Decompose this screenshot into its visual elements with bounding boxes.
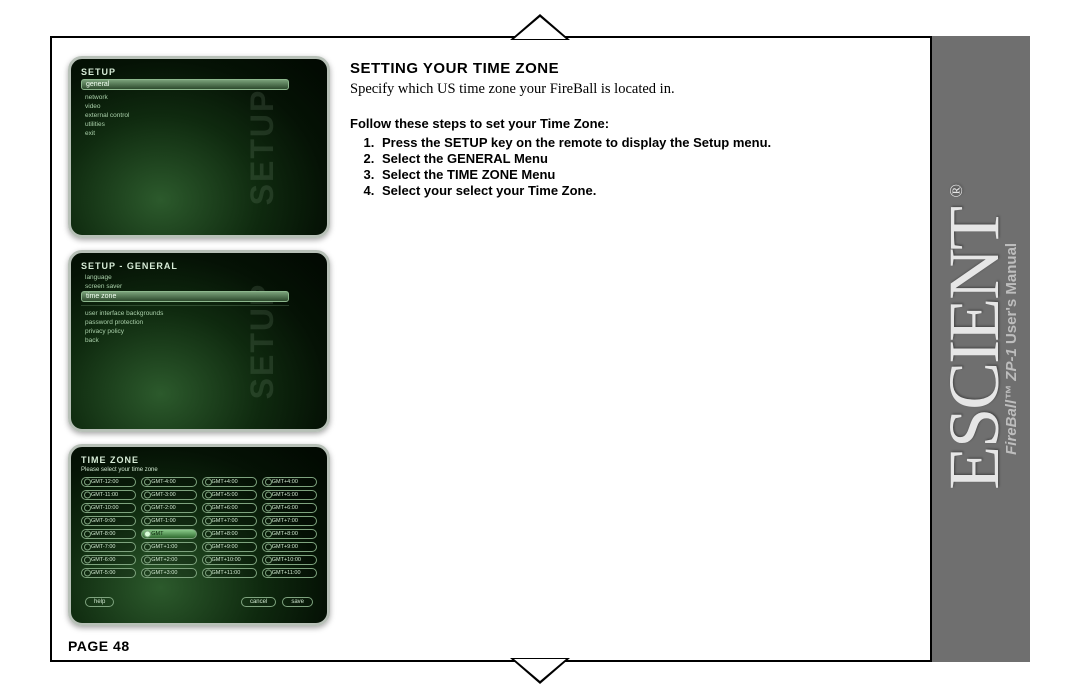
instruction-step: Select the TIME ZONE Menu [378,167,910,182]
instruction-step: Press the SETUP key on the remote to dis… [378,135,910,150]
instruction-step: Select your select your Time Zone. [378,183,910,198]
timezone-option: GMT-7:00 [81,542,136,552]
cancel-button: cancel [241,597,276,607]
timezone-option: GMT-6:00 [81,555,136,565]
timezone-option: GMT+4:00 [202,477,257,487]
timezone-option: GMT-11:00 [81,490,136,500]
screen1-menu-item: network [85,93,289,102]
instruction-step: Select the GENERAL Menu [378,151,910,166]
screen1-menu-item: utilities [85,120,289,129]
brand-sidebar: ESCIENT® FireBall™ ZP-1 User's Manual [930,36,1030,662]
timezone-option: GMT-12:00 [81,477,136,487]
timezone-option: GMT+11:00 [202,568,257,578]
screen1-highlight: general [81,79,289,90]
screen1-menu-item: external control [85,111,289,120]
save-button: save [282,597,313,607]
screen3-title: TIME ZONE [81,455,317,465]
timezone-option: GMT+7:00 [262,516,317,526]
screenshot-setup-general: SETUP SETUP - GENERAL languagescreen sav… [68,250,330,432]
screen2-title: SETUP - GENERAL [81,261,289,271]
timezone-option: GMT+4:00 [262,477,317,487]
timezone-option: GMT+1:00 [141,542,196,552]
screenshot-timezone: TIME ZONE Please select your time zone G… [68,444,330,626]
timezone-option: GMT+9:00 [262,542,317,552]
steps-lead: Follow these steps to set your Time Zone… [350,116,910,131]
timezone-option: GMT-10:00 [81,503,136,513]
screen2-menu-item: privacy policy [85,327,289,336]
timezone-option: GMT+10:00 [262,555,317,565]
help-button: help [85,597,114,607]
brand-logo: ESCIENT® [942,208,1007,490]
screen2-menu-item: back [85,336,289,345]
timezone-option: GMT-1:00 [141,516,196,526]
screen3-prompt: Please select your time zone [81,467,317,473]
timezone-option: GMT+5:00 [202,490,257,500]
timezone-option: GMT-4:00 [141,477,196,487]
timezone-option: GMT+2:00 [141,555,196,565]
screen2-menu-item: screen saver [85,282,289,291]
screen1-title: SETUP [81,67,289,77]
timezone-option: GMT+9:00 [202,542,257,552]
timezone-option: GMT-2:00 [141,503,196,513]
timezone-option: GMT+10:00 [202,555,257,565]
timezone-option: GMT+11:00 [262,568,317,578]
timezone-option: GMT+3:00 [141,568,196,578]
timezone-option: GMT+6:00 [262,503,317,513]
timezone-option: GMT-5:00 [81,568,136,578]
timezone-option: GMT+8:00 [262,529,317,539]
timezone-option: GMT-9:00 [81,516,136,526]
timezone-option: GMT-8:00 [81,529,136,539]
screen2-menu-item: password protection [85,318,289,327]
section-heading: SETTING YOUR TIME ZONE [350,60,910,77]
timezone-option: GMT+8:00 [202,529,257,539]
screen1-menu-item: exit [85,129,289,138]
screen2-menu-item: language [85,273,289,282]
page-number: PAGE 48 [68,638,130,654]
screen2-menu-item: user interface backgrounds [85,309,289,318]
screen2-highlight: time zone [81,291,289,302]
timezone-option: GMT+6:00 [202,503,257,513]
screenshot-setup-main: SETUP SETUP general networkvideoexternal… [68,56,330,238]
timezone-option: GMT+7:00 [202,516,257,526]
screen1-menu-item: video [85,102,289,111]
timezone-option: GMT-3:00 [141,490,196,500]
section-description: Specify which US time zone your FireBall… [350,81,910,98]
timezone-option: GMT [141,529,196,539]
timezone-option: GMT+5:00 [262,490,317,500]
